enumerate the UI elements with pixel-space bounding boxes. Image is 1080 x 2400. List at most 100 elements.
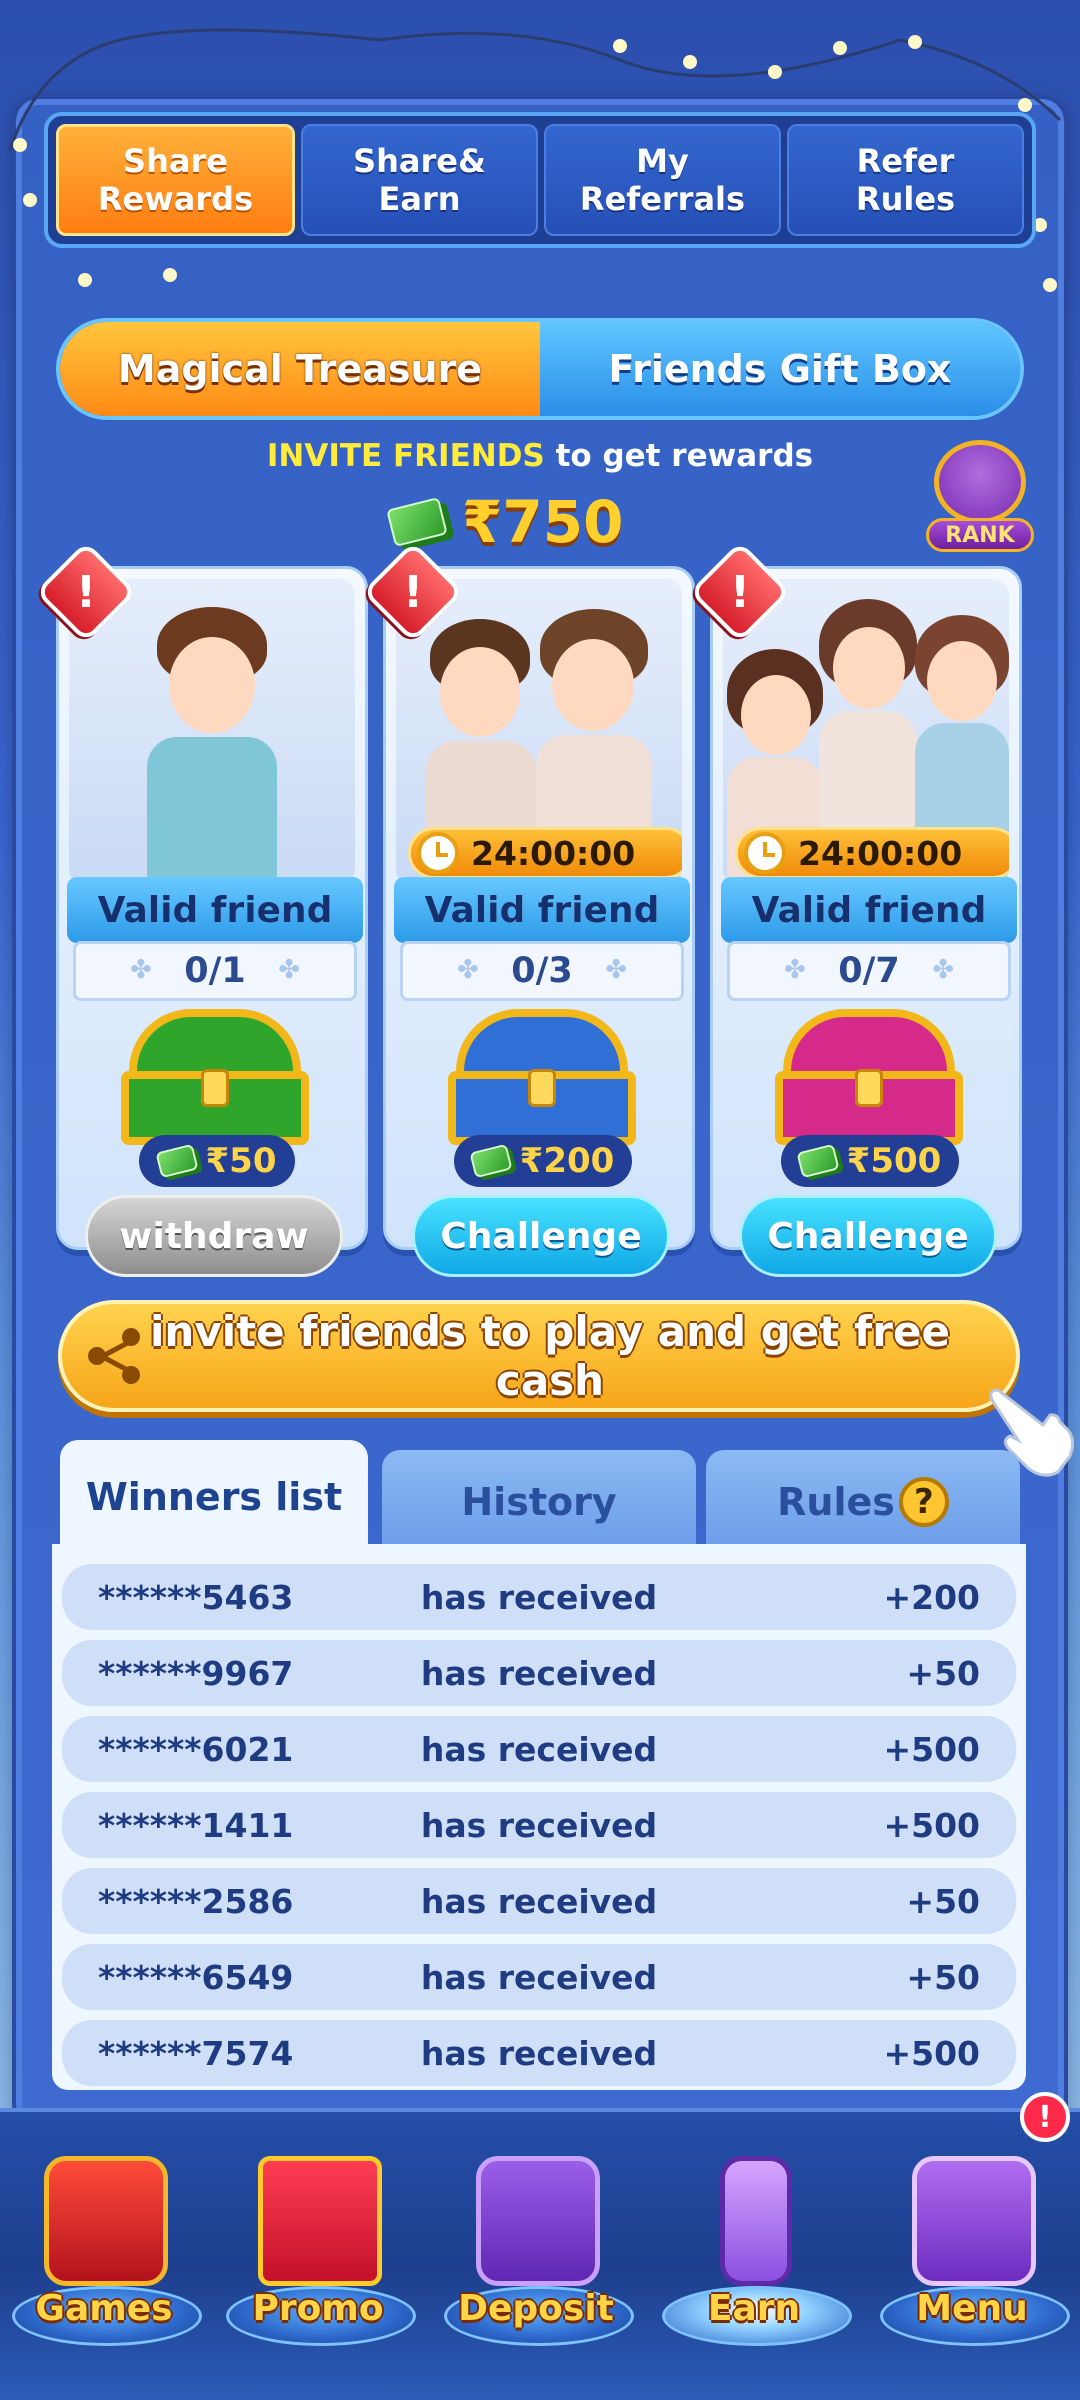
countdown-timer: 24:00:00 xyxy=(735,827,1009,879)
invite-friends-button[interactable]: invite friends to play and get free cash xyxy=(58,1300,1020,1412)
nav-menu-label: Menu xyxy=(916,2288,1028,2329)
winner-action: has received xyxy=(420,1729,658,1769)
friend-photo-group: 24:00:00 xyxy=(723,579,1009,885)
winner-action: has received xyxy=(420,2033,658,2073)
menu-book-icon xyxy=(912,2156,1036,2286)
friend-progress: 0/7 xyxy=(727,941,1011,1001)
total-reward: ₹750 xyxy=(386,488,623,556)
valid-friend-label: Valid friend xyxy=(721,877,1017,943)
nav-deposit-label: Deposit xyxy=(458,2288,614,2329)
reward-card-2: 24:00:00 Valid friend 0/3 ₹200 Challenge xyxy=(383,566,695,1277)
treasure-chest-icon xyxy=(769,1009,969,1145)
winner-user: ******9967 xyxy=(98,1653,294,1693)
invite-headline: INVITE FRIENDS to get rewards xyxy=(0,438,1080,474)
share-icon xyxy=(84,1326,144,1386)
slot-machine-icon xyxy=(44,2156,168,2286)
card-reward: ₹200 xyxy=(454,1135,632,1187)
help-icon: ? xyxy=(898,1477,949,1527)
winner-action: has received xyxy=(420,1653,658,1693)
challenge-button[interactable]: Challenge xyxy=(739,1195,997,1277)
list-item: ******2586 has received +50 xyxy=(62,1868,1016,1934)
winner-amount: +500 xyxy=(883,1805,980,1845)
segment-magical-treasure[interactable]: Magical Treasure xyxy=(60,322,540,416)
tab-rules[interactable]: Rules ? xyxy=(706,1450,1020,1554)
list-tab-bar: Winners list History Rules ? xyxy=(52,1440,1026,1554)
winner-user: ******1411 xyxy=(98,1805,294,1845)
nav-earn[interactable]: Earn xyxy=(654,2136,854,2366)
cash-icon xyxy=(469,1143,513,1179)
list-item: ******6021 has received +500 xyxy=(62,1716,1016,1782)
friend-progress: 0/3 xyxy=(400,941,684,1001)
reward-card-1: Valid friend 0/1 ₹50 withdraw xyxy=(56,566,368,1277)
rank-label: RANK xyxy=(926,518,1034,552)
list-item: ******1411 has received +500 xyxy=(62,1792,1016,1858)
nav-deposit[interactable]: Deposit xyxy=(436,2136,636,2366)
winner-amount: +200 xyxy=(883,1577,980,1617)
winner-user: ******5463 xyxy=(98,1577,294,1617)
tab-refer-rules[interactable]: Refer Rules xyxy=(787,124,1024,236)
tab-share-rewards[interactable]: Share Rewards xyxy=(56,124,295,236)
segment-friends-gift-box[interactable]: Friends Gift Box xyxy=(540,322,1020,416)
winner-amount: +500 xyxy=(883,1729,980,1769)
withdraw-button[interactable]: withdraw xyxy=(85,1195,343,1277)
cash-icon xyxy=(386,497,448,547)
phone-hand-icon xyxy=(720,2156,792,2286)
nav-promo[interactable]: Promo xyxy=(218,2136,418,2366)
winner-user: ******2586 xyxy=(98,1881,294,1921)
invite-rest: to get rewards xyxy=(555,438,814,474)
winner-user: ******6549 xyxy=(98,1957,294,1997)
invite-banner-label: invite friends to play and get free cash xyxy=(150,1307,950,1405)
notification-badge: ! xyxy=(1020,2092,1070,2142)
winner-action: has received xyxy=(420,1957,658,1997)
nav-games[interactable]: Games xyxy=(4,2136,204,2366)
list-item: ******5463 has received +200 xyxy=(62,1564,1016,1630)
cash-icon xyxy=(154,1143,199,1179)
reward-card-3: 24:00:00 Valid friend 0/7 ₹500 Challenge xyxy=(710,566,1022,1277)
winner-amount: +50 xyxy=(906,1653,980,1693)
card-reward-amount: ₹50 xyxy=(205,1141,277,1181)
mode-segmented-control: Magical Treasure Friends Gift Box xyxy=(56,318,1024,420)
card-reward-amount: ₹200 xyxy=(519,1141,615,1181)
winner-action: has received xyxy=(420,1805,658,1845)
gift-box-icon xyxy=(258,2156,382,2286)
winner-user: ******7574 xyxy=(98,2033,294,2073)
tab-my-referrals[interactable]: My Referrals xyxy=(544,124,781,236)
nav-menu[interactable]: Menu xyxy=(872,2136,1072,2366)
card-reward: ₹500 xyxy=(781,1135,959,1187)
rules-label: Rules xyxy=(777,1480,895,1524)
tab-history[interactable]: History xyxy=(382,1450,696,1554)
clock-icon xyxy=(744,832,786,874)
clock-icon xyxy=(417,832,459,874)
winner-amount: +50 xyxy=(906,1881,980,1921)
tab-winners-list[interactable]: Winners list xyxy=(60,1440,368,1554)
valid-friend-label: Valid friend xyxy=(394,877,690,943)
winners-list[interactable]: ******5463 has received +200 ******9967 … xyxy=(52,1544,1026,2090)
trophy-icon xyxy=(934,440,1026,524)
card-reward-amount: ₹500 xyxy=(846,1141,942,1181)
winner-action: has received xyxy=(420,1577,658,1617)
list-item: ******9967 has received +50 xyxy=(62,1640,1016,1706)
winner-user: ******6021 xyxy=(98,1729,294,1769)
bottom-navigation: Games Promo Deposit Earn Menu xyxy=(0,2108,1080,2400)
treasure-chest-icon xyxy=(442,1009,642,1145)
friend-progress: 0/1 xyxy=(73,941,357,1001)
tab-share-earn[interactable]: Share& Earn xyxy=(301,124,538,236)
wallet-icon xyxy=(476,2156,600,2286)
list-item: ******6549 has received +50 xyxy=(62,1944,1016,2010)
rank-button[interactable]: RANK xyxy=(926,440,1034,552)
valid-friend-label: Valid friend xyxy=(67,877,363,943)
top-tab-bar: Share Rewards Share& Earn My Referrals R… xyxy=(44,112,1036,248)
winner-amount: +500 xyxy=(883,2033,980,2073)
friend-photo-single xyxy=(69,579,355,885)
cash-icon xyxy=(796,1143,840,1179)
card-reward: ₹50 xyxy=(139,1135,295,1187)
countdown-value: 24:00:00 xyxy=(471,833,636,873)
countdown-timer: 24:00:00 xyxy=(408,827,682,879)
list-item: ******7574 has received +500 xyxy=(62,2020,1016,2086)
countdown-value: 24:00:00 xyxy=(798,833,963,873)
treasure-chest-icon xyxy=(115,1009,315,1145)
nav-promo-label: Promo xyxy=(252,2288,384,2329)
friend-photo-pair: 24:00:00 xyxy=(396,579,682,885)
challenge-button[interactable]: Challenge xyxy=(412,1195,670,1277)
nav-earn-label: Earn xyxy=(707,2288,801,2329)
